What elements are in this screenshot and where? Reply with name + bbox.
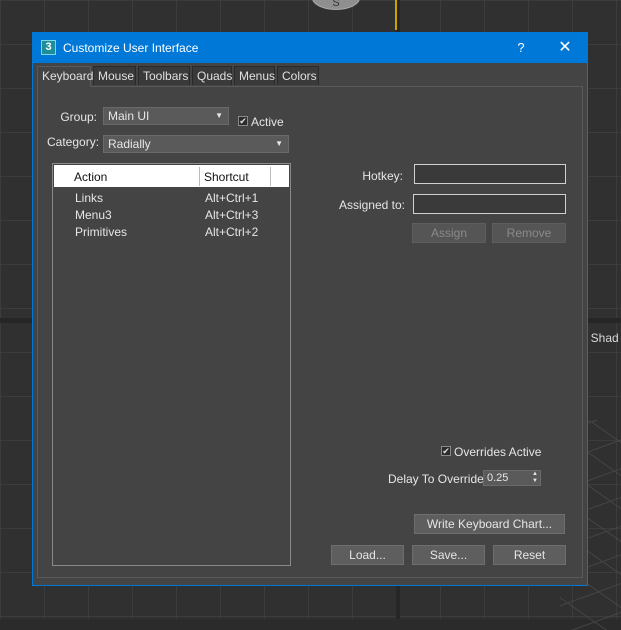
active-label: Active: [251, 115, 284, 129]
spinner-arrows-icon[interactable]: ▲ ▼: [532, 471, 538, 485]
tab-quads[interactable]: Quads: [192, 66, 232, 85]
delay-value: 0.25: [487, 472, 509, 484]
assigned-to-label: Assigned to:: [338, 198, 405, 212]
tab-keyboard[interactable]: Keyboard: [37, 66, 93, 87]
tab-colors[interactable]: Colors: [277, 66, 319, 85]
overrides-active-label: Overrides Active: [454, 445, 542, 459]
column-header-action[interactable]: Action: [74, 170, 107, 184]
write-keyboard-chart-button[interactable]: Write Keyboard Chart...: [414, 514, 565, 534]
delay-spinner[interactable]: 0.25 ▲ ▼: [483, 470, 541, 486]
category-dropdown[interactable]: Radially ▼: [103, 135, 289, 153]
row-shortcut: Alt+Ctrl+1: [205, 191, 259, 205]
viewport-active-border: [395, 0, 397, 30]
row-action: Menu3: [75, 208, 112, 222]
group-dropdown[interactable]: Main UI ▼: [103, 107, 229, 125]
column-divider[interactable]: [199, 167, 200, 186]
remove-button[interactable]: Remove: [492, 223, 566, 243]
save-button[interactable]: Save...: [412, 545, 485, 565]
list-row[interactable]: Links Alt+Ctrl+1: [54, 190, 289, 207]
dialog-title: Customize User Interface: [63, 41, 199, 55]
group-value: Main UI: [108, 109, 150, 123]
list-row[interactable]: Primitives Alt+Ctrl+2: [54, 224, 289, 241]
row-shortcut: Alt+Ctrl+3: [205, 208, 259, 222]
reset-button[interactable]: Reset: [493, 545, 566, 565]
load-button[interactable]: Load...: [331, 545, 404, 565]
row-action: Links: [75, 191, 104, 205]
row-shortcut: Alt+Ctrl+2: [205, 225, 259, 239]
column-header-shortcut[interactable]: Shortcut: [204, 170, 249, 184]
row-action: Primitives: [75, 225, 128, 239]
tab-toolbars[interactable]: Toolbars: [138, 66, 190, 85]
chevron-down-icon: ▼: [215, 111, 223, 120]
title-bar[interactable]: 3 Customize User Interface ? ✕: [33, 33, 587, 63]
list-header: Action Shortcut: [54, 165, 289, 187]
active-checkbox[interactable]: ✔: [238, 116, 248, 126]
viewport-shading-label[interactable]: t Shad: [584, 331, 619, 345]
hotkey-field[interactable]: [414, 164, 566, 184]
delay-to-override-label: Delay To Override:: [388, 472, 488, 486]
tab-mouse[interactable]: Mouse: [93, 66, 136, 85]
overrides-active-checkbox[interactable]: ✔: [441, 446, 451, 456]
category-label: Category:: [47, 135, 100, 149]
list-row[interactable]: Menu3 Alt+Ctrl+3: [54, 207, 289, 224]
group-label: Group:: [60, 110, 97, 124]
action-list[interactable]: Action Shortcut Links Alt+Ctrl+1 Menu3 A…: [52, 163, 291, 566]
hotkey-label: Hotkey:: [362, 169, 403, 183]
customize-ui-dialog: 3 Customize User Interface ? ✕ Keyboard …: [32, 32, 588, 586]
chevron-down-icon: ▼: [275, 139, 283, 148]
assigned-to-field[interactable]: [413, 194, 566, 214]
help-button[interactable]: ?: [511, 38, 531, 58]
app-icon: 3: [41, 40, 56, 55]
category-value: Radially: [108, 137, 151, 151]
assign-button[interactable]: Assign: [412, 223, 486, 243]
column-divider[interactable]: [270, 167, 271, 186]
close-button[interactable]: ✕: [553, 37, 577, 59]
tab-menus[interactable]: Menus: [234, 66, 275, 85]
